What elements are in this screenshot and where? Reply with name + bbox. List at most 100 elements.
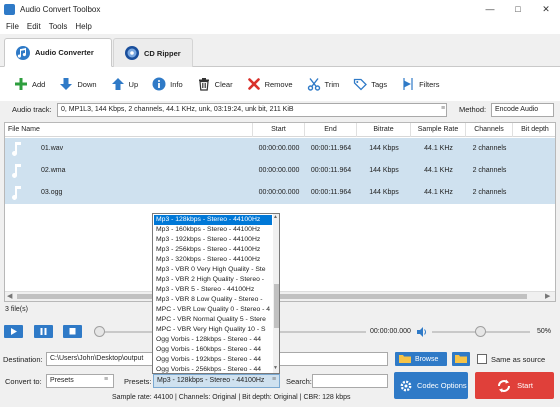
table-row[interactable]: 03.ogg 00:00:00.000 00:00:11.964 144 Kbp… bbox=[5, 182, 555, 204]
open-folder-button[interactable] bbox=[452, 352, 470, 366]
presets-select[interactable]: Mp3 - 128kbps - Stereo - 44100Hz bbox=[153, 374, 280, 388]
seek-thumb[interactable] bbox=[94, 326, 105, 337]
channels-cell: 2 channels bbox=[472, 145, 507, 152]
preset-search-input[interactable] bbox=[312, 374, 388, 388]
menu-edit[interactable]: Edit bbox=[27, 22, 41, 31]
audio-track-select[interactable]: 0, MP1L3, 144 Kbps, 2 channels, 44.1 KHz… bbox=[57, 103, 447, 117]
file-name: 01.wav bbox=[41, 145, 64, 152]
browse-button[interactable]: Browse bbox=[395, 352, 447, 366]
col-end[interactable]: End bbox=[305, 123, 357, 137]
stop-icon bbox=[69, 328, 76, 335]
presets-dropdown-list[interactable]: Mp3 - 128kbps - Stereo - 44100Hz Mp3 - 16… bbox=[152, 213, 280, 374]
presets-value: Mp3 - 128kbps - Stereo - 44100Hz bbox=[157, 377, 265, 384]
info-button[interactable]: Info bbox=[152, 73, 183, 95]
clear-button[interactable]: Clear bbox=[197, 73, 233, 95]
dropdown-scroll-thumb[interactable] bbox=[274, 284, 279, 328]
tab-strip: Audio Converter CD Ripper bbox=[0, 34, 560, 67]
down-button[interactable]: Down bbox=[59, 73, 97, 95]
preset-option[interactable]: Ogg Vorbis - 192kbps - Stereo - 44 bbox=[154, 355, 272, 365]
maximize-icon[interactable]: □ bbox=[504, 0, 532, 18]
file-count: 3 file(s) bbox=[5, 306, 28, 313]
channels-cell: 2 channels bbox=[472, 189, 507, 196]
remove-button[interactable]: Remove bbox=[247, 73, 293, 95]
convert-to-label: Convert to: bbox=[5, 377, 42, 386]
preset-option[interactable]: MPC - VBR Normal Quality 5 - Stere bbox=[154, 315, 272, 325]
add-label: Add bbox=[32, 79, 46, 89]
minimize-icon[interactable]: — bbox=[476, 0, 504, 18]
preset-option[interactable]: Mp3 - 320kbps - Stereo - 44100Hz bbox=[154, 255, 272, 265]
app-icon bbox=[4, 3, 15, 15]
col-file-name[interactable]: File Name bbox=[5, 123, 253, 137]
refresh-icon bbox=[498, 379, 511, 392]
col-start[interactable]: Start bbox=[253, 123, 305, 137]
destination-label: Destination: bbox=[3, 355, 43, 364]
col-bitrate[interactable]: Bitrate bbox=[357, 123, 411, 137]
col-bit-depth[interactable]: Bit depth bbox=[513, 123, 557, 137]
up-button[interactable]: Up bbox=[111, 73, 138, 95]
col-sample-rate[interactable]: Sample Rate bbox=[411, 123, 466, 137]
codec-options-button[interactable]: Codec Options bbox=[394, 372, 468, 399]
dropdown-grip-icon: ≡ bbox=[104, 376, 109, 383]
remove-x-icon bbox=[247, 78, 260, 90]
menu-help[interactable]: Help bbox=[75, 22, 91, 31]
table-row[interactable]: 01.wav 00:00:00.000 00:00:11.964 144 Kbp… bbox=[5, 138, 555, 160]
col-channels[interactable]: Channels bbox=[466, 123, 513, 137]
preset-option[interactable]: MPC - VBR Very High Quality 10 - S bbox=[154, 325, 272, 335]
preset-option[interactable]: Mp3 - VBR 5 - Stereo - 44100Hz bbox=[154, 285, 272, 295]
audio-track-value: 0, MP1L3, 144 Kbps, 2 channels, 44.1 KHz… bbox=[61, 106, 294, 113]
folder-icon bbox=[399, 355, 411, 363]
start-button[interactable]: Start bbox=[475, 372, 554, 399]
method-select[interactable]: Encode Audio bbox=[491, 103, 554, 117]
search-label: Search: bbox=[286, 377, 312, 386]
bitrate-cell: 144 Kbps bbox=[369, 189, 399, 196]
trim-button[interactable]: Trim bbox=[307, 73, 340, 95]
title-bar: Audio Convert Toolbox — □ ✕ bbox=[0, 0, 560, 18]
trim-label: Trim bbox=[324, 79, 340, 89]
preset-option[interactable]: Ogg Vorbis - 256kbps - Stereo - 44 bbox=[154, 365, 272, 373]
add-button[interactable]: Add bbox=[14, 73, 45, 95]
preset-option[interactable]: Mp3 - VBR 2 High Quality - Stereo - bbox=[154, 275, 272, 285]
volume-thumb[interactable] bbox=[475, 326, 486, 337]
end-cell: 00:00:11.964 bbox=[310, 189, 352, 196]
preset-option[interactable]: Mp3 - 192kbps - Stereo - 44100Hz bbox=[154, 235, 272, 245]
start-cell: 00:00:00.000 bbox=[258, 145, 300, 152]
dropdown-scrollbar[interactable]: ▲ ▼ bbox=[273, 214, 279, 373]
horizontal-scrollbar[interactable]: ◀ ▶ bbox=[5, 291, 555, 301]
tags-button[interactable]: Tags bbox=[353, 73, 387, 95]
scroll-right-icon[interactable]: ▶ bbox=[545, 292, 550, 300]
speaker-icon[interactable] bbox=[416, 326, 428, 338]
scroll-left-icon[interactable]: ◀ bbox=[7, 292, 12, 300]
preset-option[interactable]: Ogg Vorbis - 160kbps - Stereo - 44 bbox=[154, 345, 272, 355]
tab-cd-ripper[interactable]: CD Ripper bbox=[113, 38, 193, 67]
play-icon bbox=[11, 328, 17, 335]
audio-track-label: Audio track: bbox=[12, 105, 52, 114]
tab-label: Audio Converter bbox=[35, 48, 94, 57]
menu-tools[interactable]: Tools bbox=[49, 22, 68, 31]
preset-option[interactable]: Mp3 - 256kbps - Stereo - 44100Hz bbox=[154, 245, 272, 255]
play-button[interactable] bbox=[4, 325, 23, 338]
bitrate-cell: 144 Kbps bbox=[369, 167, 399, 174]
preset-option[interactable]: MPC - VBR Low Quality 0 - Stereo - 4 bbox=[154, 305, 272, 315]
scroll-down-icon[interactable]: ▼ bbox=[273, 365, 278, 371]
filters-button[interactable]: Filters bbox=[401, 73, 440, 95]
pause-button[interactable] bbox=[34, 325, 53, 338]
close-icon[interactable]: ✕ bbox=[532, 0, 560, 18]
end-cell: 00:00:11.964 bbox=[310, 167, 352, 174]
method-label: Method: bbox=[459, 105, 487, 114]
playback-time: 00:00:00.000 bbox=[370, 328, 411, 335]
preset-option[interactable]: Mp3 - VBR 8 Low Quality - Stereo - bbox=[154, 295, 272, 305]
music-note-icon bbox=[12, 164, 21, 178]
stop-button[interactable] bbox=[63, 325, 82, 338]
preset-option[interactable]: Ogg Vorbis - 128kbps - Stereo - 44 bbox=[154, 335, 272, 345]
filters-label: Filters bbox=[419, 79, 440, 89]
file-name: 03.ogg bbox=[41, 189, 63, 196]
same-as-source-checkbox[interactable] bbox=[477, 354, 487, 364]
preset-option[interactable]: Mp3 - 160kbps - Stereo - 44100Hz bbox=[154, 225, 272, 235]
preset-option[interactable]: Mp3 - VBR 0 Very High Quality - Ste bbox=[154, 265, 272, 275]
preset-option[interactable]: Mp3 - 128kbps - Stereo - 44100Hz bbox=[154, 215, 272, 225]
tab-audio-converter[interactable]: Audio Converter bbox=[4, 38, 112, 67]
table-row[interactable]: 02.wma 00:00:00.000 00:00:11.964 144 Kbp… bbox=[5, 160, 555, 182]
scroll-up-icon[interactable]: ▲ bbox=[273, 214, 278, 220]
audio-track-row: Audio track: 0, MP1L3, 144 Kbps, 2 chann… bbox=[0, 102, 560, 120]
menu-file[interactable]: File bbox=[6, 22, 19, 31]
